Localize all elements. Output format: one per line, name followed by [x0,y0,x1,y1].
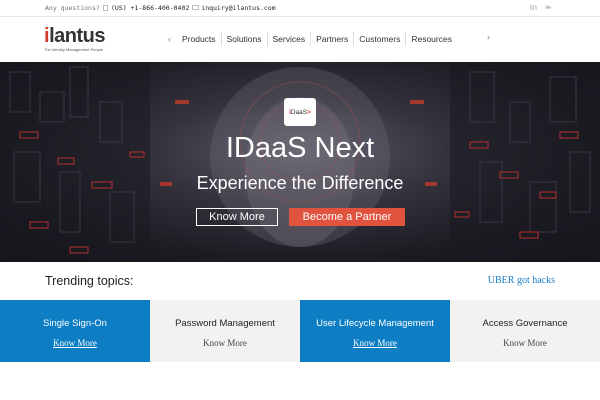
questions-label: Any questions? [45,4,108,12]
twitter-icon[interactable]: ❧ [545,3,552,12]
nav-item-resources[interactable]: Resources [406,32,457,46]
linkedin-icon[interactable]: in [530,3,537,12]
tile-know-more-link[interactable]: Know More [450,338,600,348]
tile-single-sign-on[interactable]: Single Sign-On Know More [0,300,150,362]
tile-title: Single Sign-On [43,318,107,329]
main-nav: ‹ Products Solutions Services Partners C… [168,32,457,46]
nav-next-icon[interactable]: › [487,32,490,42]
trending-label: Trending topics: [45,274,134,288]
email-link[interactable]: inquiry@ilantus.com [201,4,275,12]
contact-info: (US) +1-866-400-0402 inquiry@ilantus.com [111,4,276,12]
know-more-button[interactable]: Know More [196,208,278,226]
tile-title: Access Governance [482,318,568,329]
trending-bar: Trending topics: UBER got hacks [0,262,600,300]
nav-item-customers[interactable]: Customers [354,32,407,46]
nav-prev-icon[interactable]: ‹ [168,34,171,44]
phone-icon [102,5,108,11]
idaas-badge: iDaaS> [284,98,316,126]
mail-icon [192,5,200,10]
ilantus-logo[interactable]: ilantus The Identity Management People [44,26,114,56]
nav-item-solutions[interactable]: Solutions [222,32,268,46]
hero-subtitle: Experience the Difference [196,173,404,193]
nav-item-services[interactable]: Services [268,32,312,46]
top-bar: Any questions? (US) +1-866-400-0402 inqui… [0,0,600,17]
hero-title: IDaaS Next [225,132,375,164]
trending-link[interactable]: UBER got hacks [488,275,555,286]
tile-title: User Lifecycle Management [316,318,434,329]
site-header: ilantus The Identity Management People ‹… [0,18,600,62]
nav-item-partners[interactable]: Partners [311,32,355,46]
logo-wordmark: ilantus [44,25,105,47]
nav-item-products[interactable]: Products [177,32,222,46]
tile-know-more-link[interactable]: Know More [300,338,450,348]
feature-tiles: Single Sign-On Know More Password Manage… [0,300,600,362]
phone-number[interactable]: (US) +1-866-400-0402 [111,4,189,12]
tile-know-more-link[interactable]: Know More [0,338,150,348]
hero-banner: iDaaS> IDaaS Next Experience the Differe… [0,62,600,262]
tile-know-more-link[interactable]: Know More [150,338,300,348]
tile-access-governance[interactable]: Access Governance Know More [450,300,600,362]
become-partner-button[interactable]: Become a Partner [289,208,405,226]
tile-password-management[interactable]: Password Management Know More [150,300,300,362]
tile-title: Password Management [175,318,275,329]
logo-tagline: The Identity Management People [44,47,103,52]
tile-user-lifecycle-management[interactable]: User Lifecycle Management Know More [300,300,450,362]
